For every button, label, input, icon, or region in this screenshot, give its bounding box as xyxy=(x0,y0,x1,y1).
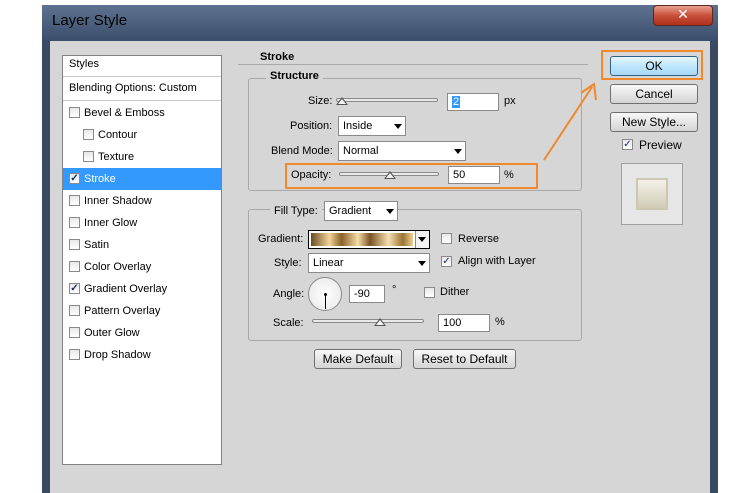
annotation-arrow-line xyxy=(543,86,593,161)
annotation-arrow xyxy=(543,82,597,161)
